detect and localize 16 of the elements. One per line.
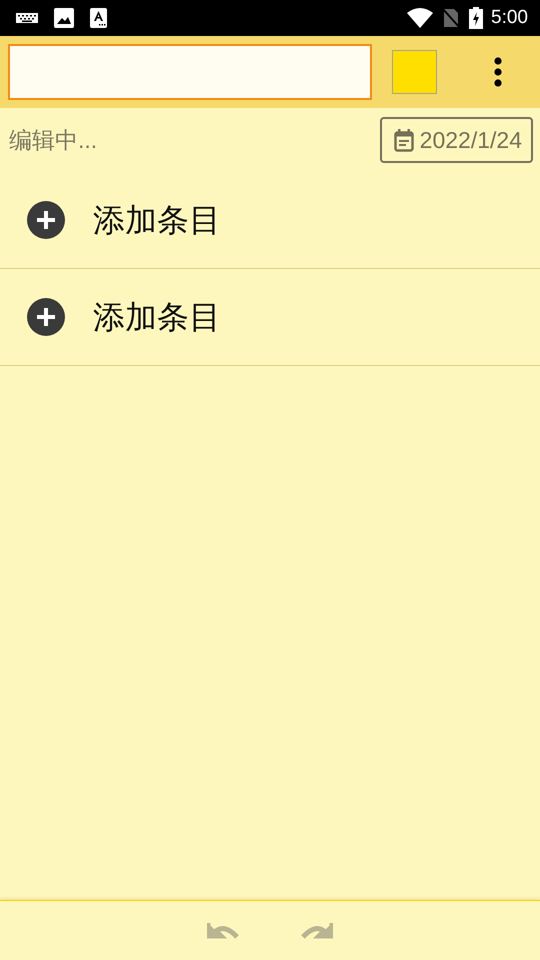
item-label[interactable]: 添加条目 xyxy=(93,293,221,341)
color-swatch[interactable] xyxy=(392,50,437,94)
more-icon xyxy=(494,57,502,87)
status-text: 编辑中... xyxy=(9,126,98,155)
add-icon[interactable] xyxy=(27,298,65,336)
keyboard-icon xyxy=(16,11,38,25)
date-button[interactable]: 2022/1/24 xyxy=(380,116,533,164)
battery-charging-icon xyxy=(469,7,484,29)
add-icon[interactable] xyxy=(27,201,65,239)
font-icon xyxy=(90,8,107,28)
image-icon xyxy=(54,8,74,28)
wifi-icon xyxy=(407,8,434,28)
status-time: 5:00 xyxy=(491,6,528,30)
calendar-icon xyxy=(394,128,414,152)
item-label[interactable]: 添加条目 xyxy=(93,196,221,244)
title-field[interactable] xyxy=(8,44,372,100)
